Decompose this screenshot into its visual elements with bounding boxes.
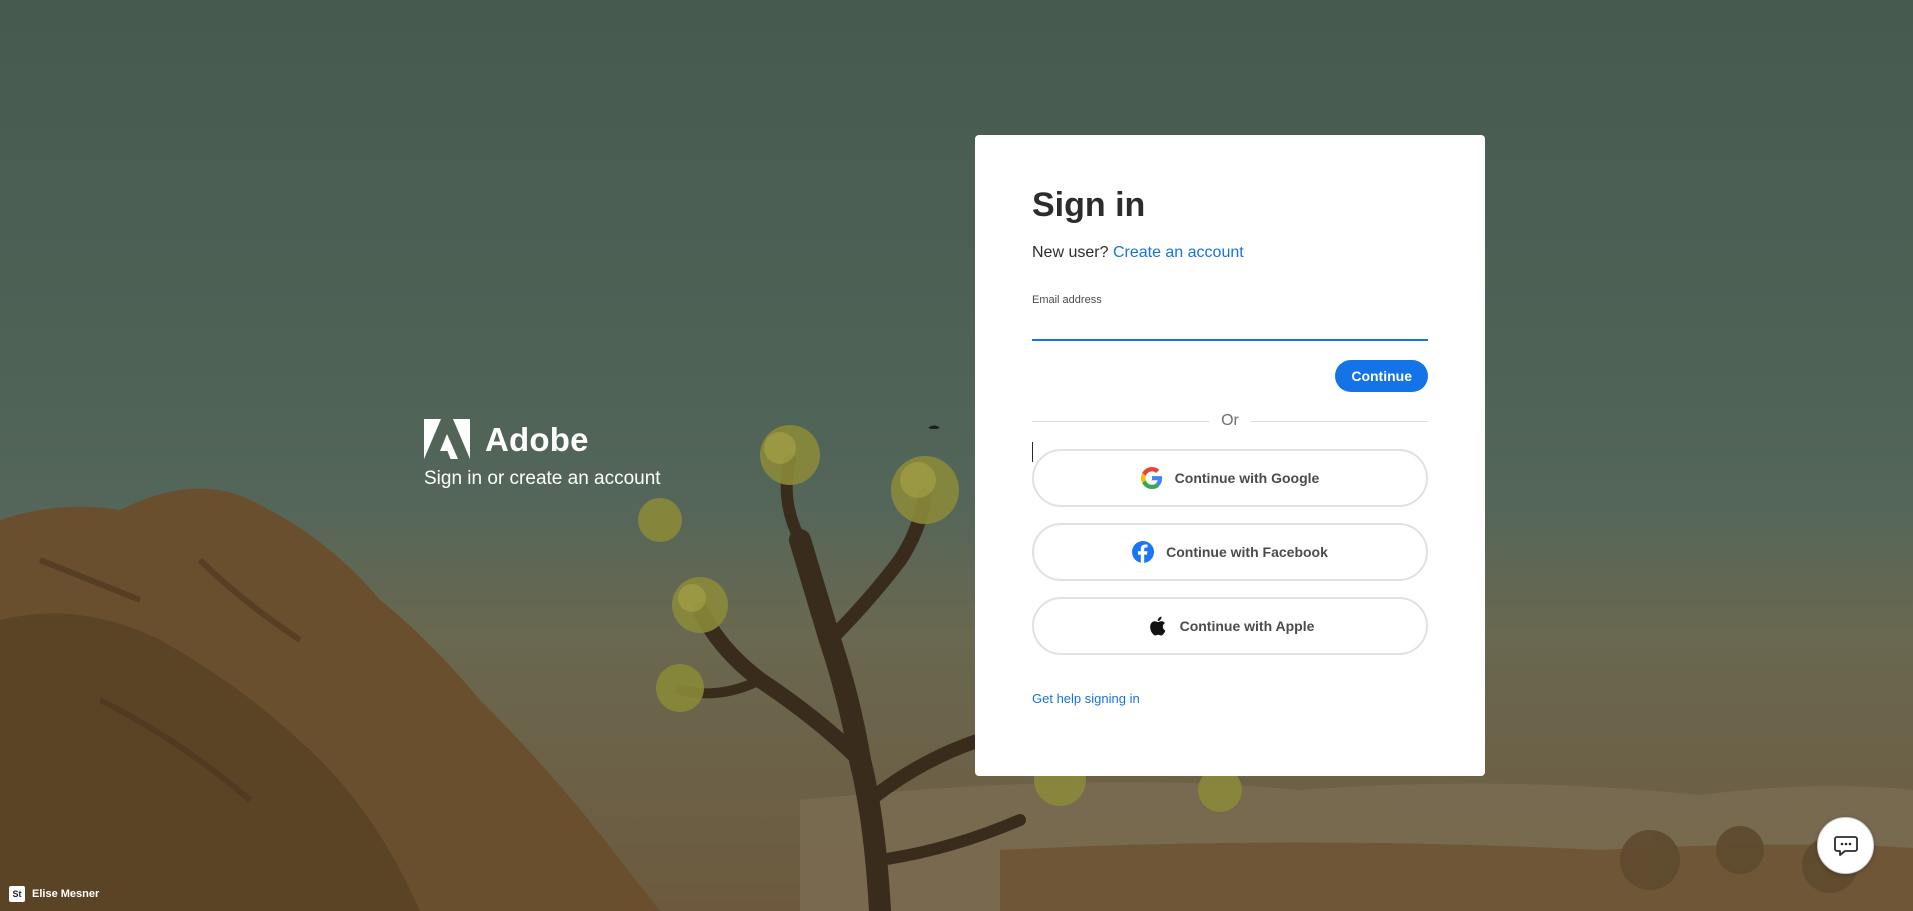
page-title: Sign in [1032, 186, 1146, 224]
email-field[interactable] [1032, 313, 1428, 341]
desert-landscape [0, 425, 1913, 911]
divider-line-right [1250, 420, 1428, 422]
apple-icon [1146, 615, 1168, 637]
continue-button[interactable]: Continue [1335, 360, 1428, 392]
divider-line-left [1032, 420, 1210, 422]
stock-badge: St [9, 886, 25, 902]
brand-tagline: Sign in or create an account [424, 468, 661, 489]
chat-icon [1833, 835, 1858, 856]
continue-with-google-button[interactable]: Continue with Google [1032, 449, 1428, 507]
text-caret [1032, 442, 1033, 462]
photo-credit-name: Elise Mesner [32, 888, 100, 900]
apple-button-label: Continue with Apple [1179, 618, 1315, 634]
chat-button[interactable] [1817, 817, 1874, 874]
get-help-link[interactable]: Get help signing in [1032, 691, 1140, 706]
adobe-logo [424, 419, 470, 459]
new-user-prompt: New user? [1032, 244, 1109, 261]
signin-card: Sign in New user? Create an account Emai… [975, 135, 1485, 776]
facebook-icon [1132, 541, 1155, 563]
continue-with-apple-button[interactable]: Continue with Apple [1032, 597, 1428, 655]
email-label: Email address [1032, 294, 1102, 306]
google-icon [1140, 467, 1163, 489]
facebook-button-label: Continue with Facebook [1166, 544, 1328, 560]
brand-block: Adobe Sign in or create an account [424, 418, 724, 490]
photo-credit: St Elise Mesner [9, 886, 99, 902]
brand-name: Adobe [485, 421, 589, 458]
background-image [0, 0, 1913, 911]
google-button-label: Continue with Google [1174, 470, 1320, 486]
continue-with-facebook-button[interactable]: Continue with Facebook [1032, 523, 1428, 581]
or-divider: Or [1032, 411, 1428, 431]
create-account-link[interactable]: Create an account [1113, 244, 1244, 261]
or-label: Or [1221, 412, 1239, 429]
new-user-row: New user? Create an account [1032, 242, 1428, 264]
